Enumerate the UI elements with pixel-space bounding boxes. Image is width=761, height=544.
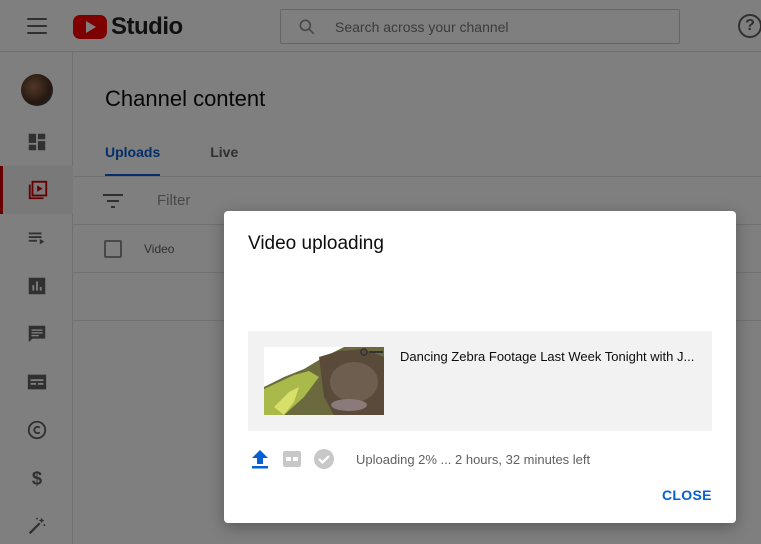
close-button[interactable]: CLOSE bbox=[662, 487, 712, 503]
video-thumbnail[interactable] bbox=[264, 347, 384, 415]
processing-icon bbox=[280, 447, 304, 471]
upload-icon bbox=[248, 447, 272, 471]
thumbnail-image bbox=[264, 347, 384, 415]
video-title[interactable]: Dancing Zebra Footage Last Week Tonight … bbox=[400, 349, 696, 364]
upload-status-text: Uploading 2% ... 2 hours, 32 minutes lef… bbox=[356, 451, 591, 467]
check-icon bbox=[312, 447, 336, 471]
video-card: Dancing Zebra Footage Last Week Tonight … bbox=[248, 331, 712, 431]
upload-dialog: Video uploading Dancing Zebra Footage La… bbox=[224, 211, 736, 523]
upload-status-row: Uploading 2% ... 2 hours, 32 minutes lef… bbox=[248, 447, 590, 471]
dialog-title: Video uploading bbox=[248, 233, 384, 254]
